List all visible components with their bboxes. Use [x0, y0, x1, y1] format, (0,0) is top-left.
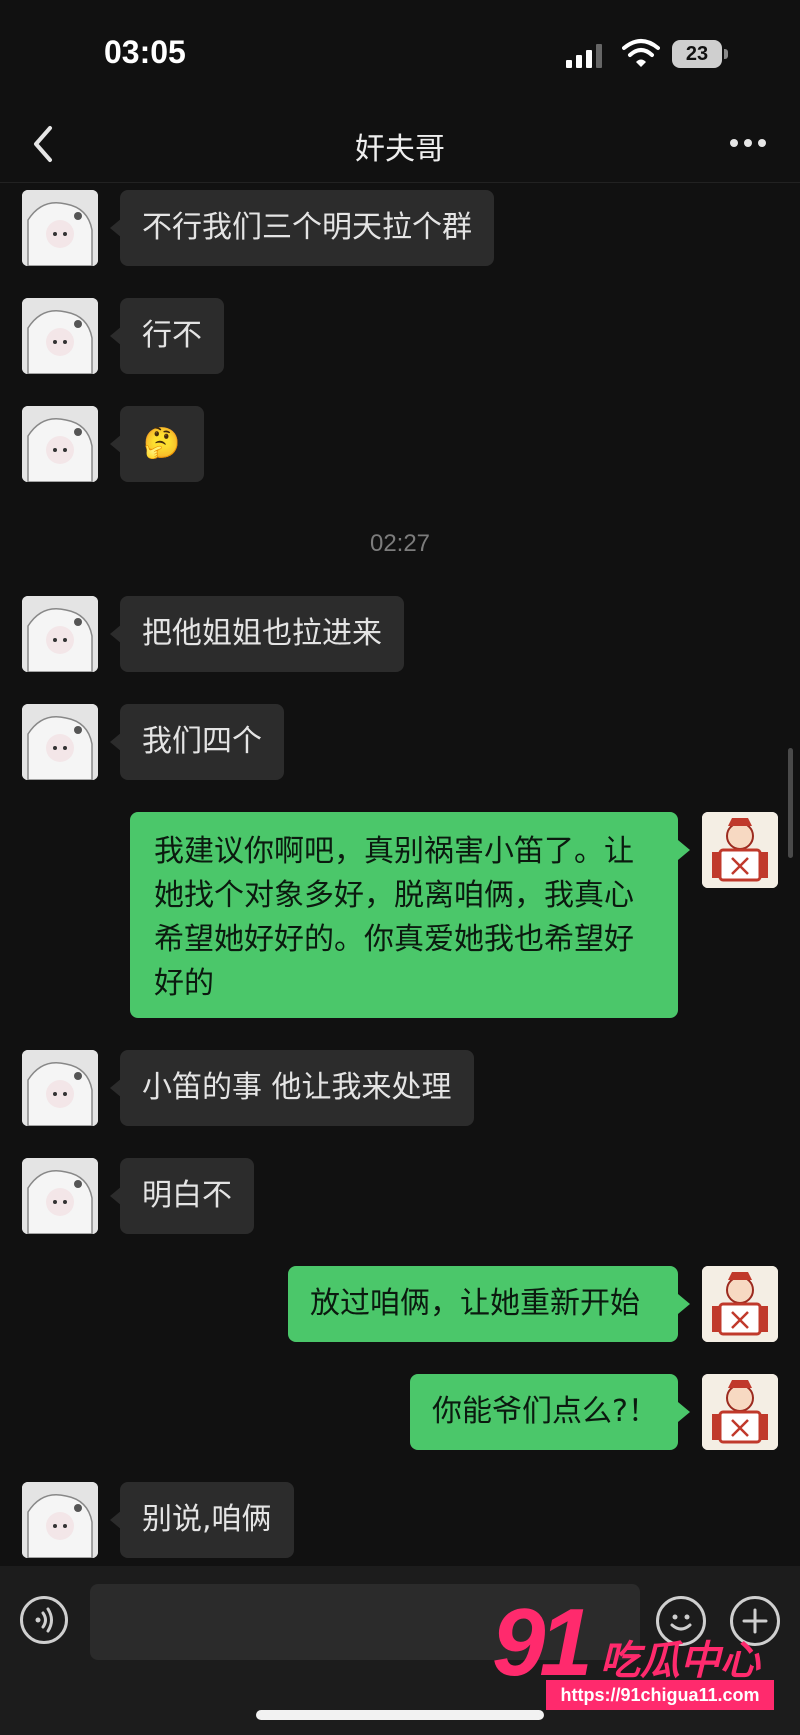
contact-avatar[interactable]: [22, 190, 98, 266]
chat-header: 奸夫哥: [0, 110, 800, 183]
message-bubble[interactable]: 行不: [120, 298, 224, 374]
message-bubble[interactable]: 小笛的事 他让我来处理: [120, 1050, 474, 1126]
contact-avatar[interactable]: [22, 704, 98, 780]
status-bar: 03:05 23: [0, 0, 800, 110]
message-bubble[interactable]: 我们四个: [120, 704, 284, 780]
message-bubble[interactable]: 把他姐姐也拉进来: [120, 596, 404, 672]
timestamp: 02:27: [369, 530, 431, 557]
more-options-icon[interactable]: [728, 128, 768, 158]
contact-avatar[interactable]: [22, 596, 98, 672]
home-indicator[interactable]: [256, 1710, 544, 1720]
battery-icon: 23: [672, 40, 728, 68]
message-bubble[interactable]: 别说,咱俩: [120, 1482, 294, 1558]
scroll-indicator[interactable]: [788, 748, 793, 858]
contact-avatar[interactable]: [22, 1158, 98, 1234]
battery-tip: [724, 49, 728, 59]
battery-level: 23: [672, 40, 722, 68]
message-bubble[interactable]: 明白不: [120, 1158, 254, 1234]
chat-title: 奸夫哥: [355, 132, 445, 167]
my-avatar[interactable]: [702, 812, 778, 888]
contact-avatar[interactable]: [22, 298, 98, 374]
message-bubble[interactable]: 你能爷们点么?！: [410, 1374, 678, 1450]
message-bubble-emoji[interactable]: 🤔: [120, 406, 204, 482]
watermark-logo-text: 吃瓜中心: [600, 1638, 760, 1684]
signal-icon: [566, 44, 602, 68]
contact-avatar[interactable]: [22, 1482, 98, 1558]
message-bubble[interactable]: 放过咱俩，让她重新开始: [288, 1266, 678, 1342]
my-avatar[interactable]: [702, 1374, 778, 1450]
wifi-icon: [622, 39, 660, 67]
message-bubble[interactable]: 我建议你啊吧，真别祸害小笛了。让她找个对象多好，脱离咱俩，我真心希望她好好的。你…: [130, 812, 678, 1018]
watermark-url: https://91chigua11.com: [546, 1680, 774, 1710]
status-time: 03:05: [104, 34, 186, 70]
contact-avatar[interactable]: [22, 406, 98, 482]
contact-avatar[interactable]: [22, 1050, 98, 1126]
voice-input-icon[interactable]: [20, 1596, 68, 1644]
my-avatar[interactable]: [702, 1266, 778, 1342]
message-bubble[interactable]: 不行我们三个明天拉个群: [120, 190, 494, 266]
